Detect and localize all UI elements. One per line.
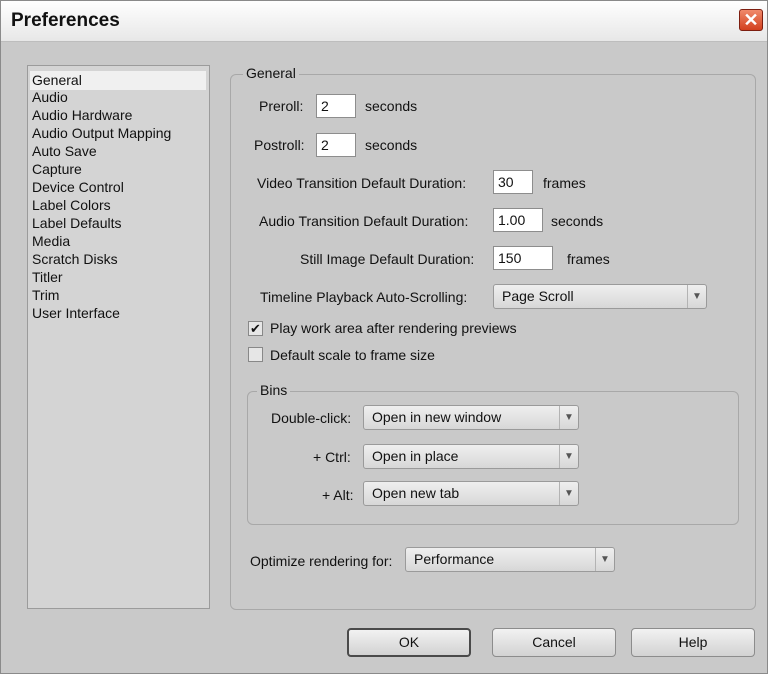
double-click-select-value: Open in new window [372,409,502,425]
general-group-legend: General [243,65,299,81]
ctrl-label: + Ctrl: [313,449,351,465]
postroll-unit-label: seconds [365,137,418,153]
alt-label: + Alt: [322,487,354,503]
play-work-area-checkbox[interactable]: ✔ [248,321,263,336]
double-click-select[interactable]: Open in new window ▼ [363,405,579,430]
category-item-label-defaults[interactable]: Label Defaults [32,214,122,233]
still-image-input[interactable]: 150 [493,246,553,270]
audio-transition-unit-label: seconds [551,213,604,229]
category-item-user-interface[interactable]: User Interface [32,304,120,323]
still-image-unit-label: frames [567,251,610,267]
preferences-dialog: Preferences ✕ General Audio Audio Hardwa… [0,0,768,674]
category-item-audio[interactable]: Audio [32,88,68,107]
general-group [230,74,756,610]
play-work-area-label[interactable]: Play work area after rendering previews [270,320,517,336]
close-icon[interactable]: ✕ [739,9,763,31]
optimize-select[interactable]: Performance ▼ [405,547,615,572]
audio-transition-label: Audio Transition Default Duration: [259,213,469,229]
category-item-auto-save[interactable]: Auto Save [32,142,97,161]
video-transition-unit-label: frames [543,175,586,191]
chevron-down-icon: ▼ [559,445,578,468]
chevron-down-icon: ▼ [559,406,578,429]
title-bar[interactable]: Preferences ✕ [1,1,767,42]
category-item-capture[interactable]: Capture [32,160,82,179]
help-button[interactable]: Help [631,628,755,657]
still-image-label: Still Image Default Duration: [300,251,475,267]
category-item-scratch-disks[interactable]: Scratch Disks [32,250,118,269]
preroll-unit-label: seconds [365,98,418,114]
window-title: Preferences [11,10,120,31]
autoscroll-select-value: Page Scroll [502,288,574,304]
chevron-down-icon: ▼ [595,548,614,571]
category-item-audio-output-mapping[interactable]: Audio Output Mapping [32,124,171,143]
preroll-input[interactable]: 2 [316,94,356,118]
category-item-label-colors[interactable]: Label Colors [32,196,111,215]
category-item-audio-hardware[interactable]: Audio Hardware [32,106,132,125]
ctrl-select[interactable]: Open in place ▼ [363,444,579,469]
double-click-label: Double-click: [271,410,352,426]
audio-transition-input[interactable]: 1.00 [493,208,543,232]
cancel-button[interactable]: Cancel [492,628,616,657]
category-item-device-control[interactable]: Device Control [32,178,124,197]
category-item-titler[interactable]: Titler [32,268,63,287]
default-scale-checkbox[interactable] [248,347,263,362]
chevron-down-icon: ▼ [559,482,578,505]
ok-button[interactable]: OK [347,628,471,657]
category-list[interactable]: General Audio Audio Hardware Audio Outpu… [27,65,210,609]
optimize-select-value: Performance [414,551,495,567]
alt-select[interactable]: Open new tab ▼ [363,481,579,506]
optimize-label: Optimize rendering for: [250,553,393,569]
postroll-label: Postroll: [254,137,305,153]
ctrl-select-value: Open in place [372,448,459,464]
default-scale-label[interactable]: Default scale to frame size [270,347,435,363]
video-transition-input[interactable]: 30 [493,170,533,194]
postroll-input[interactable]: 2 [316,133,356,157]
autoscroll-label: Timeline Playback Auto-Scrolling: [260,289,468,305]
category-item-media[interactable]: Media [32,232,70,251]
bins-group-legend: Bins [257,382,291,398]
category-item-trim[interactable]: Trim [32,286,59,305]
video-transition-label: Video Transition Default Duration: [257,175,467,191]
alt-select-value: Open new tab [372,485,460,501]
preroll-label: Preroll: [259,98,304,114]
chevron-down-icon: ▼ [687,285,706,308]
autoscroll-select[interactable]: Page Scroll ▼ [493,284,707,309]
